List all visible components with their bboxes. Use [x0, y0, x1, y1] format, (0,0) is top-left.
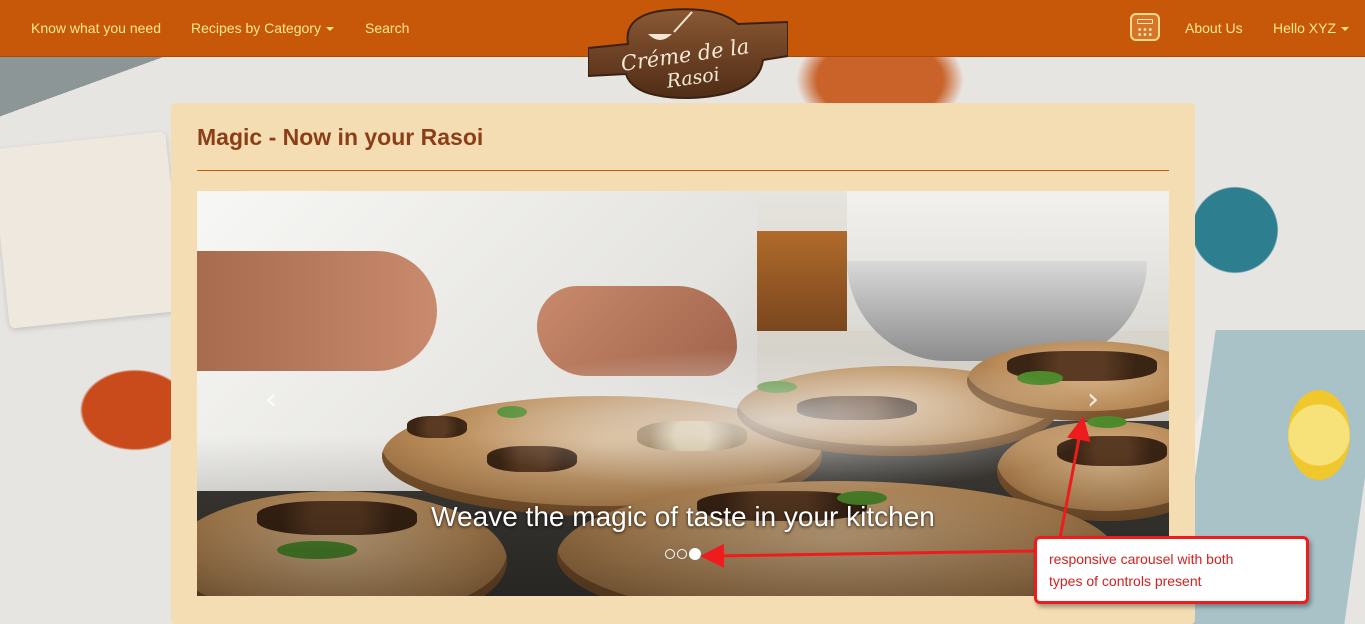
slide-chef-arm: [197, 251, 437, 371]
nav-label: Know what you need: [31, 20, 161, 36]
chevron-left-icon: ‹: [265, 382, 277, 417]
calculator-icon[interactable]: [1130, 13, 1160, 41]
carousel-indicator-1[interactable]: [665, 549, 675, 559]
annotation-callout: responsive carousel with both types of c…: [1034, 536, 1309, 604]
nav-search[interactable]: Search: [365, 18, 409, 38]
calculator-display: [1137, 19, 1153, 24]
background-cutting-board: [0, 131, 184, 329]
title-divider: [197, 170, 1169, 171]
background-lemon: [1288, 390, 1350, 480]
nav-know-what-you-need[interactable]: Know what you need: [31, 18, 161, 38]
nav-label: About Us: [1185, 20, 1243, 36]
nav-label: Recipes by Category: [191, 20, 321, 36]
calculator-keys: [1137, 27, 1153, 37]
carousel-next-button[interactable]: ›: [1081, 384, 1105, 416]
nav-user-menu-dropdown[interactable]: Hello XYZ: [1273, 18, 1350, 38]
page-title: Magic - Now in your Rasoi: [197, 124, 484, 150]
nav-label: Hello XYZ: [1273, 20, 1337, 36]
carousel-caption: Weave the magic of taste in your kitchen: [431, 501, 935, 532]
nav-about-us[interactable]: About Us: [1185, 18, 1243, 38]
nav-label: Search: [365, 20, 410, 36]
annotation-line2: types of controls present: [1049, 573, 1202, 589]
caret-down-icon: [1341, 27, 1350, 32]
caret-down-icon: [325, 27, 334, 32]
site-logo[interactable]: Créme de la Rasoi: [588, 4, 788, 102]
carousel-indicator-2[interactable]: [677, 549, 687, 559]
nav-recipes-by-category-dropdown[interactable]: Recipes by Category: [191, 18, 334, 38]
carousel-prev-button[interactable]: ‹: [259, 384, 283, 416]
chevron-right-icon: ›: [1087, 382, 1099, 417]
image-carousel: ‹ › Weave the magic of taste in your kit…: [197, 191, 1169, 596]
annotation-line1: responsive carousel with both: [1049, 551, 1234, 567]
carousel-indicator-3[interactable]: [689, 548, 701, 560]
carousel-indicators: [665, 548, 701, 561]
